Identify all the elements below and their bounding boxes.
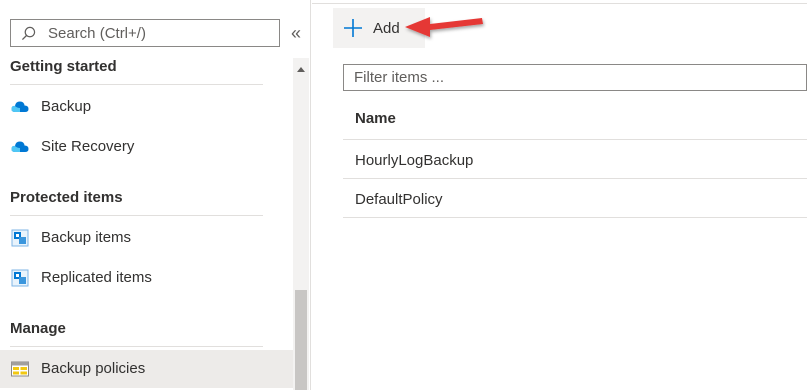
cloud-site-recovery-icon	[11, 141, 29, 152]
table-row[interactable]: HourlyLogBackup	[343, 141, 807, 179]
filter-input[interactable]	[343, 64, 807, 91]
sidebar-item-backup[interactable]: Backup	[0, 88, 293, 126]
scroll-up-arrow-icon[interactable]	[297, 67, 305, 72]
sidebar-item-backup-policies[interactable]: Backup policies	[0, 350, 293, 388]
replicated-items-icon	[11, 269, 29, 287]
group-heading-getting-started: Getting started	[10, 58, 117, 75]
divider	[10, 84, 263, 85]
divider	[10, 215, 263, 216]
annotation-arrow-icon	[405, 17, 483, 37]
divider	[312, 3, 807, 4]
scrollbar-thumb[interactable]	[295, 290, 307, 390]
sidebar-item-label: Backup items	[41, 229, 132, 246]
search-icon	[21, 26, 36, 41]
add-button-label: Add	[373, 20, 400, 37]
divider	[10, 346, 263, 347]
policy-name-cell: DefaultPolicy	[355, 191, 443, 208]
sidebar-item-label: Backup policies	[41, 360, 146, 377]
divider	[343, 217, 807, 218]
search-box[interactable]: Search (Ctrl+/)	[10, 19, 280, 47]
divider	[343, 139, 807, 140]
sidebar-item-site-recovery[interactable]: Site Recovery	[0, 128, 293, 166]
table-row[interactable]: DefaultPolicy	[343, 180, 807, 218]
sidebar-item-label: Replicated items	[41, 269, 152, 286]
sidebar-item-backup-items[interactable]: Backup items	[0, 219, 293, 257]
backup-items-icon	[11, 229, 29, 247]
main-content: Add Name HourlyLogBackup DefaultPolicy	[312, 0, 807, 390]
policy-name-cell: HourlyLogBackup	[355, 152, 474, 169]
backup-policies-icon	[11, 361, 29, 377]
sidebar: Search (Ctrl+/) « Getting started Backup…	[0, 0, 311, 390]
sidebar-item-label: Site Recovery	[41, 138, 135, 155]
search-placeholder: Search (Ctrl+/)	[48, 25, 146, 42]
cloud-backup-icon	[11, 101, 29, 112]
column-header-name[interactable]: Name	[355, 110, 396, 127]
sidebar-menu: Getting started Backup Site Recovery Pro…	[0, 58, 311, 390]
divider	[343, 178, 807, 179]
collapse-sidebar-icon[interactable]: «	[287, 24, 305, 44]
sidebar-item-label: Backup	[41, 98, 92, 115]
plus-icon	[344, 19, 362, 37]
sidebar-item-replicated-items[interactable]: Replicated items	[0, 259, 293, 297]
group-heading-manage: Manage	[10, 320, 66, 337]
group-heading-protected-items: Protected items	[10, 189, 123, 206]
